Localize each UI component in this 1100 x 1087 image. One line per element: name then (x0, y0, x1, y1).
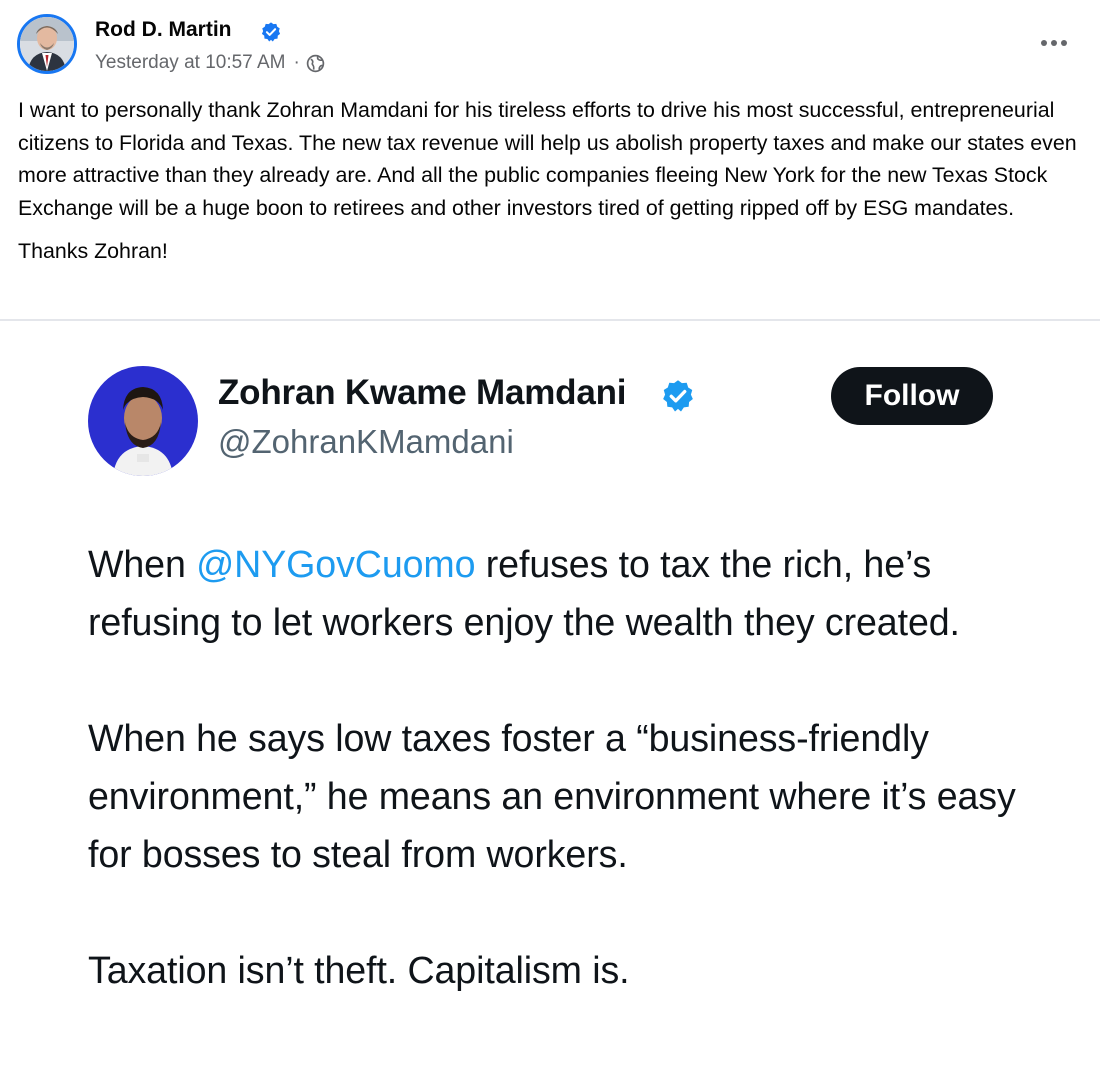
tweet-mention-link: @NYGovCuomo (196, 543, 476, 585)
tweet-paragraph: When @NYGovCuomo refuses to tax the rich… (88, 543, 960, 643)
post-paragraph: I want to personally thank Zohran Mamdan… (18, 98, 1077, 220)
post-timestamp[interactable]: Yesterday at 10:57 AM (95, 52, 285, 74)
post-header: Rod D. Martin Yesterday at 10:57 AM · (0, 0, 1100, 90)
author-avatar-image (20, 17, 74, 71)
post-paragraph: Thanks Zohran! (18, 239, 168, 264)
embedded-tweet-image[interactable]: Zohran Kwame Mamdani @ZohranKMamdani Fol… (0, 321, 1100, 1087)
author-name[interactable]: Rod D. Martin (95, 18, 232, 42)
tweet-author-avatar (88, 366, 198, 476)
author-avatar[interactable] (17, 14, 77, 74)
tweet-text: When @NYGovCuomo refuses to tax the rich… (88, 535, 1048, 999)
tweet-paragraph: Taxation isn’t theft. Capitalism is. (88, 949, 630, 991)
verified-badge-icon (261, 22, 281, 42)
follow-button: Follow (831, 367, 993, 425)
tweet-author-avatar-image (88, 366, 198, 476)
globe-icon[interactable] (306, 54, 325, 73)
meta-separator: · (293, 52, 300, 73)
tweet-paragraph: When he says low taxes foster a “busines… (88, 717, 1016, 875)
post-body: I want to personally thank Zohran Mamdan… (18, 94, 1082, 268)
verified-badge-icon (663, 380, 693, 412)
more-options-icon (1041, 40, 1047, 46)
post-meta: Yesterday at 10:57 AM · (95, 52, 325, 74)
tweet-author-handle: @ZohranKMamdani (218, 423, 514, 460)
more-options-button[interactable] (1032, 30, 1076, 56)
tweet-author-name: Zohran Kwame Mamdani (218, 373, 627, 412)
